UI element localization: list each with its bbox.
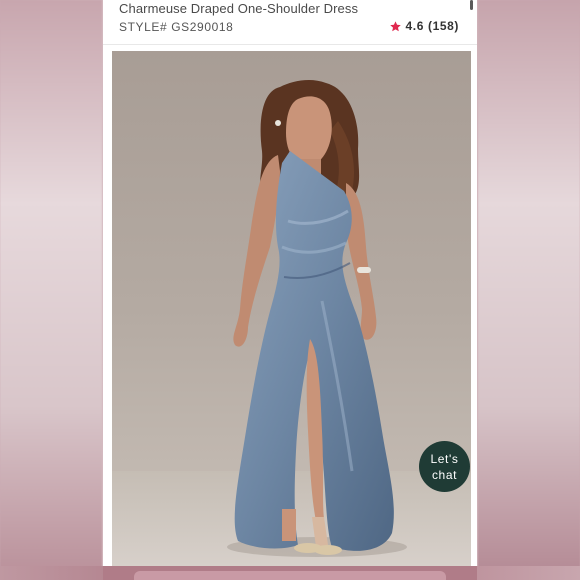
chat-line-2: chat bbox=[431, 467, 458, 482]
product-title: Charmeuse Draped One-Shoulder Dress bbox=[119, 1, 359, 16]
product-rating[interactable]: 4.6 (158) bbox=[389, 19, 460, 33]
product-photo[interactable] bbox=[112, 51, 471, 566]
style-number: STYLE# GS290018 bbox=[119, 20, 233, 34]
chat-line-1: Let's bbox=[430, 451, 459, 466]
product-header: Charmeuse Draped One-Shoulder Dress STYL… bbox=[103, 0, 477, 45]
product-page: Charmeuse Draped One-Shoulder Dress STYL… bbox=[103, 0, 477, 566]
style-label: STYLE# bbox=[119, 20, 168, 34]
rating-value: 4.6 bbox=[405, 19, 424, 33]
scrollbar[interactable] bbox=[470, 0, 473, 10]
style-code: GS290018 bbox=[171, 20, 234, 34]
dress-model-photo bbox=[112, 80, 471, 566]
lets-chat-button[interactable]: Let's chat bbox=[419, 441, 470, 492]
blurred-background-left bbox=[0, 0, 102, 580]
bottom-sheet-handle[interactable] bbox=[134, 571, 446, 580]
star-icon bbox=[389, 20, 401, 31]
review-count[interactable]: (158) bbox=[428, 19, 459, 33]
blurred-background-right bbox=[478, 0, 580, 580]
screenshot-frame: Charmeuse Draped One-Shoulder Dress STYL… bbox=[0, 0, 580, 580]
